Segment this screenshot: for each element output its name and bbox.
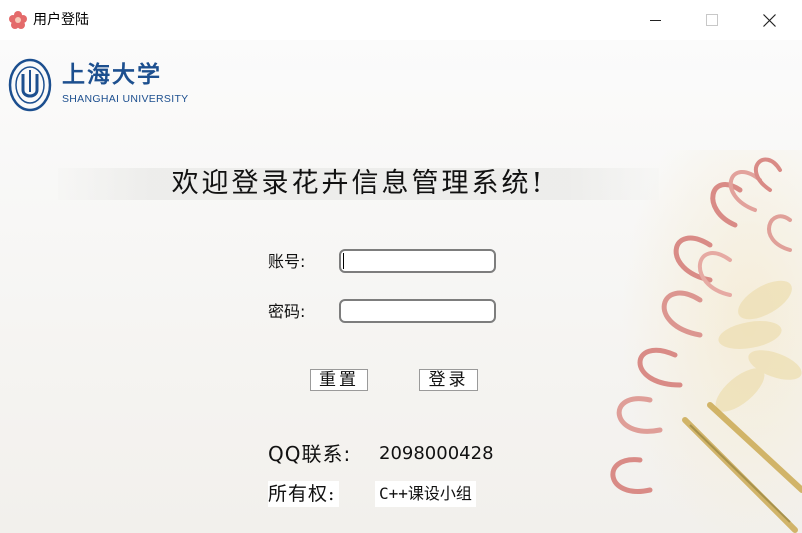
flower-app-icon — [9, 11, 27, 29]
university-name-en: SHANGHAI UNIVERSITY — [62, 93, 189, 105]
password-input[interactable] — [339, 299, 496, 323]
welcome-heading: 欢迎登录花卉信息管理系统! — [171, 168, 546, 199]
qq-contact-label: QQ联系: — [268, 442, 352, 466]
close-button[interactable] — [740, 0, 798, 40]
title-bar: 用户登陆 — [0, 0, 802, 40]
login-window: 用户登陆 上海大学 SHANGHAI UNIVERSITY 欢迎登录花卉信息管理… — [0, 0, 802, 533]
qq-contact-value: 2098000428 — [379, 443, 494, 464]
minimize-button[interactable] — [626, 0, 684, 40]
owner-value: C++课设小组 — [375, 481, 476, 507]
password-label: 密码: — [268, 302, 306, 321]
maximize-icon — [706, 14, 718, 26]
maximize-button[interactable] — [683, 0, 741, 40]
minimize-icon — [649, 19, 661, 21]
reset-button[interactable]: 重置 — [310, 369, 368, 391]
account-input[interactable] — [339, 249, 496, 273]
close-icon — [762, 13, 776, 27]
login-content: 上海大学 SHANGHAI UNIVERSITY 欢迎登录花卉信息管理系统! 账… — [0, 40, 802, 533]
owner-label: 所有权: — [268, 481, 340, 507]
window-title: 用户登陆 — [33, 12, 89, 28]
university-logo: 上海大学 SHANGHAI UNIVERSITY — [8, 58, 198, 112]
university-emblem-icon — [8, 58, 52, 112]
university-name-cn: 上海大学 — [62, 61, 162, 88]
text-cursor — [343, 253, 344, 269]
flower-decoration — [590, 150, 802, 533]
account-label: 账号: — [268, 252, 306, 271]
login-button[interactable]: 登录 — [419, 369, 478, 391]
